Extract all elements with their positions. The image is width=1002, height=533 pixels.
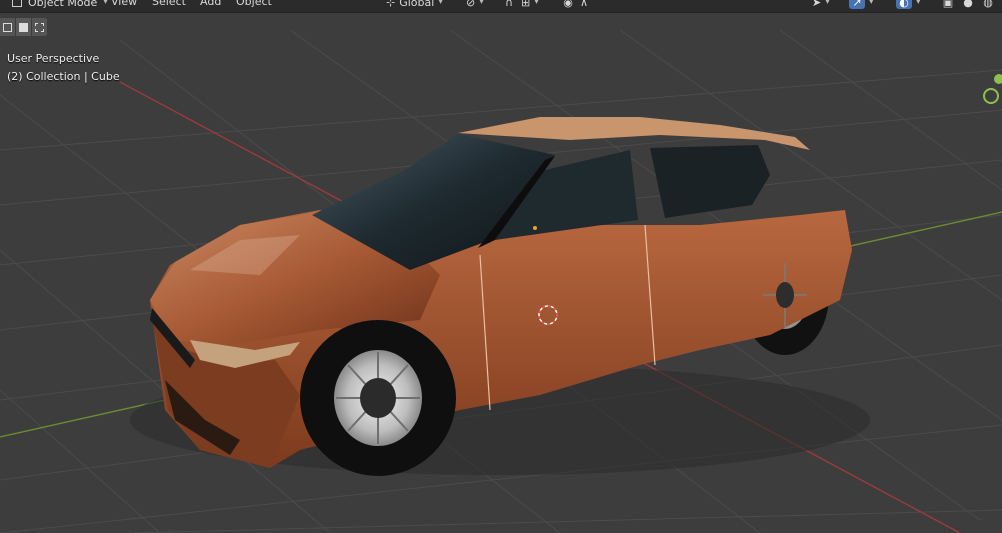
gizmo-z-axis-icon[interactable] <box>994 74 1002 84</box>
proportional-controls: ◉ ∧ <box>560 0 588 9</box>
select-subtract-button[interactable] <box>32 18 48 36</box>
chevron-down-icon[interactable]: ▾ <box>869 0 874 7</box>
mode-label: Object Mode <box>28 0 98 9</box>
falloff-icon[interactable]: ∧ <box>580 0 588 9</box>
visibility-dropdown[interactable]: ➤ ▾ <box>812 0 830 9</box>
chevron-down-icon: ▾ <box>479 0 484 7</box>
select-subtract-icon <box>35 22 44 32</box>
material-shading-icon[interactable]: ◍ <box>980 0 996 9</box>
gizmo-y-axis-icon[interactable] <box>983 88 999 104</box>
view-name-label: User Perspective <box>7 52 100 65</box>
selection-mode-buttons <box>0 18 48 36</box>
chevron-down-icon: ▾ <box>103 0 108 7</box>
select-extend-icon <box>19 22 28 32</box>
overlay-controls: ◐ ▾ <box>896 0 921 9</box>
solid-shading-icon[interactable]: ● <box>960 0 976 9</box>
menu-object[interactable]: Object <box>236 0 272 9</box>
object-origin <box>533 226 537 230</box>
transform-orientation-icon: ⊹ <box>386 0 396 9</box>
selectability-icon: ➤ <box>812 0 822 9</box>
orientation-dropdown[interactable]: ⊹ Global ▾ <box>386 0 443 9</box>
snap-controls: ∩ ⊞ ▾ <box>501 0 539 9</box>
car-model <box>130 117 870 476</box>
xray-icon[interactable]: ▣ <box>940 0 956 9</box>
gizmo-icon[interactable]: ↗ <box>849 0 865 9</box>
snap-increment-icon[interactable]: ⊞ <box>521 0 530 9</box>
shading-controls: ▣ ● ◍ <box>940 0 996 9</box>
overlay-icon[interactable]: ◐ <box>896 0 912 9</box>
mode-dropdown[interactable]: Object Mode ▾ <box>2 0 112 9</box>
viewport-scene <box>0 29 1002 533</box>
menu-select[interactable]: Select <box>152 0 186 9</box>
snap-icon[interactable]: ∩ <box>501 0 517 9</box>
gizmo-controls: ↗ ▾ <box>849 0 874 9</box>
chevron-down-icon[interactable]: ▾ <box>916 0 921 7</box>
collection-info-label: (2) Collection | Cube <box>7 70 120 83</box>
pivot-point-icon: ⊘ <box>466 0 476 9</box>
pivot-dropdown[interactable]: ⊘ ▾ <box>466 0 484 9</box>
menu-add[interactable]: Add <box>200 0 221 9</box>
orientation-label: Global <box>399 0 435 9</box>
select-extend-button[interactable] <box>16 18 32 36</box>
menu-view[interactable]: View <box>111 0 137 9</box>
select-new-button[interactable] <box>0 18 16 36</box>
proportional-editing-icon[interactable]: ◉ <box>560 0 576 9</box>
select-new-icon <box>3 22 12 32</box>
3d-viewport[interactable] <box>0 0 1002 533</box>
viewport-header: Object Mode ▾ View Select Add Object ⊹ G… <box>0 0 1002 13</box>
chevron-down-icon: ▾ <box>438 0 443 7</box>
object-mode-icon <box>12 0 22 7</box>
chevron-down-icon: ▾ <box>825 0 830 7</box>
chevron-down-icon[interactable]: ▾ <box>534 0 539 7</box>
